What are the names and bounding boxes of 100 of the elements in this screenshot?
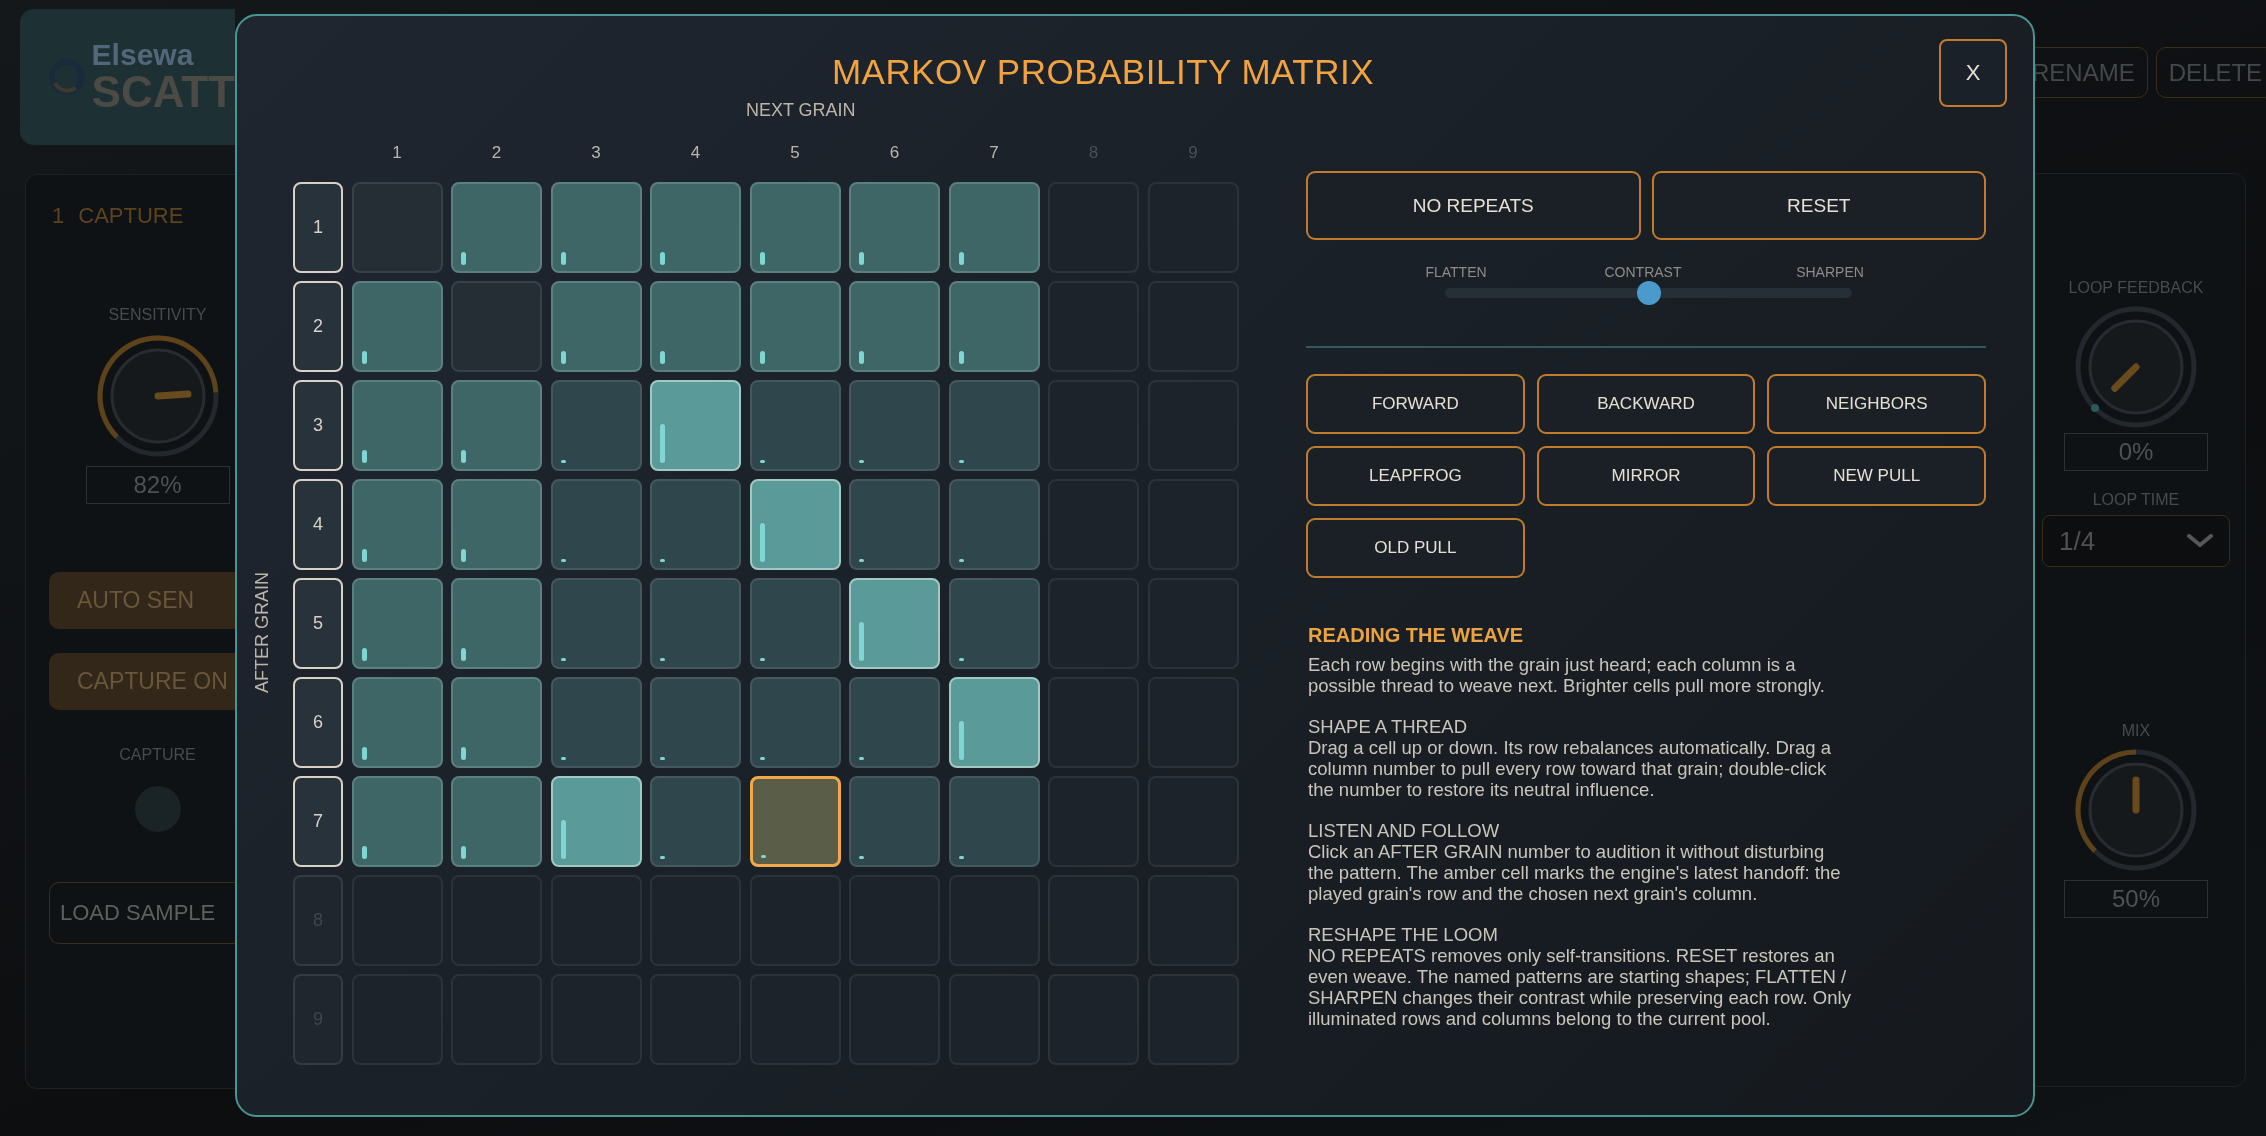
matrix-cell[interactable] (351, 380, 443, 471)
matrix-cell[interactable] (849, 380, 940, 471)
help-subheading: LISTEN AND FOLLOW (1308, 820, 1501, 841)
matrix-cell[interactable] (550, 479, 642, 570)
matrix-cell[interactable] (451, 380, 542, 471)
action-button[interactable]: RESET (1651, 171, 1986, 240)
strength-bar (461, 549, 466, 562)
strength-bar (958, 658, 964, 661)
help-heading: READING THE WEAVE (1308, 623, 1525, 648)
strength-bar (560, 460, 566, 463)
column-number[interactable]: 2 (451, 141, 542, 165)
slider-label: FLATTEN (1425, 264, 1487, 280)
matrix-cell[interactable] (351, 776, 443, 867)
matrix-cell[interactable] (948, 578, 1040, 669)
matrix-cell[interactable] (650, 479, 741, 570)
matrix-cell[interactable] (550, 182, 642, 273)
matrix-cell[interactable] (948, 677, 1040, 768)
matrix-cell[interactable] (451, 479, 542, 570)
matrix-cell[interactable] (948, 281, 1040, 372)
row-number-button[interactable]: 6 (293, 677, 343, 768)
pattern-button[interactable]: LEAPFROG (1306, 446, 1525, 506)
help-subheading: RESHAPE THE LOOM (1308, 924, 1499, 945)
strength-bar (958, 856, 964, 859)
pattern-button[interactable]: NEW PULL (1767, 446, 1986, 506)
matrix-cell[interactable] (849, 776, 940, 867)
matrix-cell[interactable] (749, 677, 841, 768)
column-number[interactable]: 4 (650, 141, 741, 165)
matrix-cell[interactable] (650, 677, 741, 768)
matrix-cell[interactable] (451, 281, 542, 372)
matrix-cell[interactable] (749, 578, 841, 669)
column-number[interactable]: 5 (749, 141, 841, 165)
matrix-cell[interactable] (849, 182, 940, 273)
matrix-cell[interactable] (650, 182, 741, 273)
matrix-cell[interactable] (351, 182, 443, 273)
matrix-cell[interactable] (650, 380, 741, 471)
matrix-cell[interactable] (849, 578, 940, 669)
row-number-button[interactable]: 7 (293, 776, 343, 867)
slider-thumb[interactable] (1636, 281, 1661, 305)
strength-bar (461, 846, 466, 859)
strength-bar (859, 252, 864, 265)
pattern-button[interactable]: OLD PULL (1306, 518, 1525, 578)
pattern-button[interactable]: MIRROR (1536, 446, 1756, 506)
matrix-cell[interactable] (550, 281, 642, 372)
matrix-cell[interactable] (550, 578, 642, 669)
matrix-cell[interactable] (849, 677, 940, 768)
matrix-cell[interactable] (550, 776, 642, 867)
strength-bar (660, 351, 665, 364)
matrix-cell[interactable] (451, 578, 542, 669)
indicator-label: CAPTURE (119, 746, 196, 764)
strength-bar (759, 460, 765, 463)
row-number-button[interactable]: 1 (293, 182, 343, 273)
chevron-down-icon (2187, 534, 2213, 548)
pattern-button[interactable]: BACKWARD (1536, 374, 1756, 434)
action-button[interactable]: NO REPEATS (1306, 171, 1641, 240)
matrix-cell[interactable] (749, 380, 841, 471)
row-number-button[interactable]: 4 (293, 479, 343, 570)
matrix-cell[interactable] (650, 776, 741, 867)
matrix-cell[interactable] (451, 182, 542, 273)
matrix-cell[interactable] (650, 578, 741, 669)
matrix-cell[interactable] (550, 380, 642, 471)
close-button[interactable]: X (1939, 39, 2007, 107)
column-number[interactable]: 6 (849, 141, 940, 165)
matrix-cell[interactable] (749, 776, 841, 867)
strength-bar (958, 460, 964, 463)
strength-bar (361, 846, 367, 859)
matrix-cell[interactable] (849, 479, 940, 570)
strength-bar (958, 559, 964, 562)
section-number: 1 (52, 203, 65, 229)
row-number-button[interactable]: 3 (293, 380, 343, 471)
matrix-cell[interactable] (948, 182, 1040, 273)
strength-bar (660, 559, 665, 562)
matrix-cell[interactable] (351, 281, 443, 372)
column-number[interactable]: 1 (351, 141, 443, 165)
row-number-button[interactable]: 5 (293, 578, 343, 669)
matrix-cell[interactable] (948, 380, 1040, 471)
pattern-button[interactable]: FORWARD (1306, 374, 1525, 434)
column-number[interactable]: 7 (948, 141, 1040, 165)
matrix-cell[interactable] (550, 677, 642, 768)
matrix-cell[interactable] (451, 677, 542, 768)
matrix-cell[interactable] (749, 281, 841, 372)
contrast-slider[interactable] (1445, 281, 1852, 305)
matrix-cell[interactable] (849, 281, 940, 372)
matrix-cell[interactable] (650, 281, 741, 372)
matrix-cell[interactable] (749, 479, 841, 570)
matrix-cell[interactable] (948, 776, 1040, 867)
matrix-cell[interactable] (749, 182, 841, 273)
matrix-cell[interactable] (351, 578, 443, 669)
matrix-cell[interactable] (351, 479, 443, 570)
column-number[interactable]: 3 (550, 141, 642, 165)
matrix-cell[interactable] (451, 776, 542, 867)
strength-bar (361, 351, 367, 364)
row-number-button[interactable]: 2 (293, 281, 343, 372)
strength-bar (859, 856, 864, 859)
knob-label: MIX (2121, 722, 2151, 740)
pattern-button[interactable]: NEIGHBORS (1767, 374, 1986, 434)
strength-bar (361, 648, 367, 661)
strength-bar (759, 523, 765, 562)
strength-bar (859, 622, 864, 661)
matrix-cell[interactable] (351, 677, 443, 768)
matrix-cell[interactable] (948, 479, 1040, 570)
